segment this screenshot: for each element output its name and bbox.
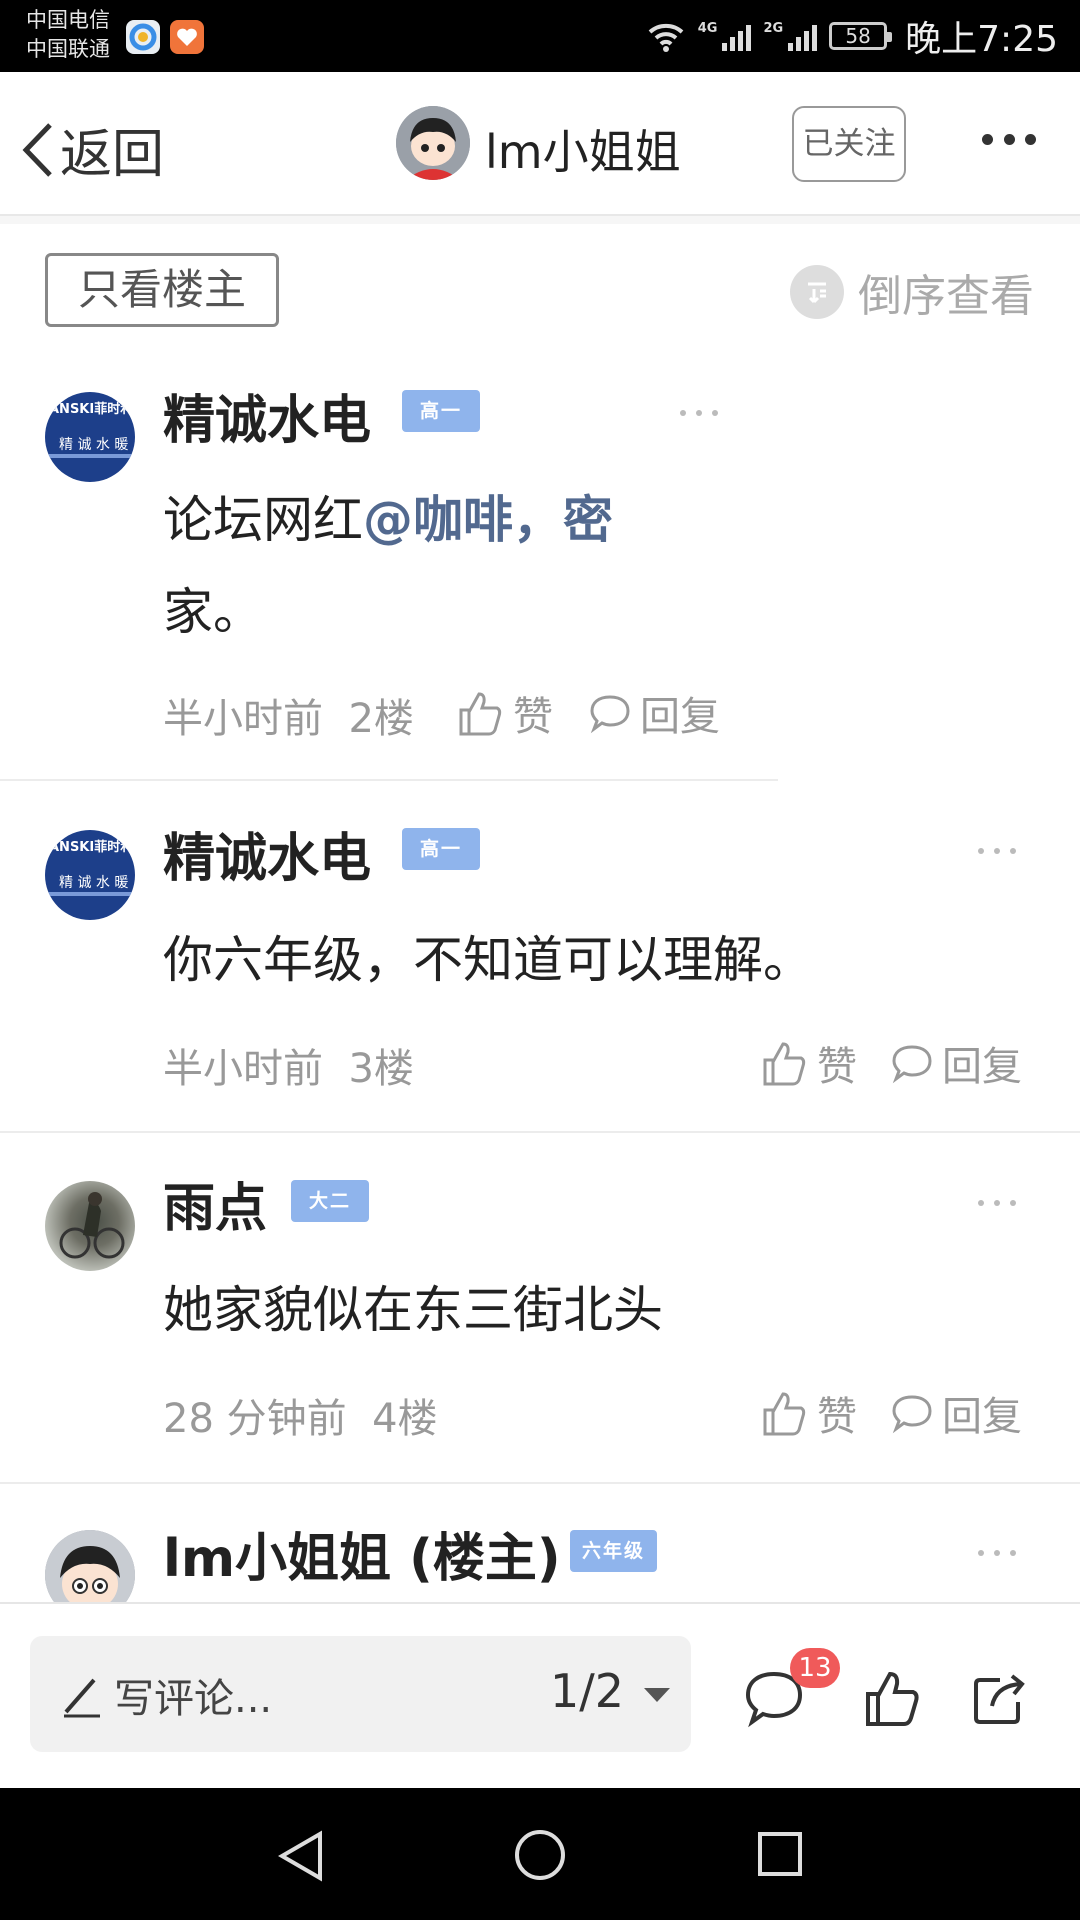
post-more-icon[interactable]: [978, 1550, 1016, 1558]
thumbs-up-icon: [763, 1392, 806, 1436]
recents-square-icon[interactable]: [756, 1830, 804, 1878]
health-app-icon: [170, 20, 204, 54]
carrier-info: 中国电信 中国联通: [26, 6, 110, 64]
thumbs-up-icon: [459, 692, 502, 736]
home-circle-icon[interactable]: [513, 1828, 567, 1882]
author-name[interactable]: lm小姐姐 (楼主): [163, 1516, 561, 1591]
reply-button[interactable]: 回复: [890, 1034, 1022, 1092]
like-button[interactable]: 赞: [759, 1034, 857, 1092]
level-badge: 六年级: [570, 1530, 658, 1572]
post-more-icon[interactable]: [978, 848, 1016, 856]
post-divider: [0, 779, 778, 781]
avatar[interactable]: ANSKI菲时利 精 诚 水 暖: [45, 830, 135, 920]
post-meta: 半小时前 3楼: [163, 1046, 414, 1092]
system-navigation-bar: [0, 1788, 1080, 1920]
bottom-action-bar: 写评论... 1/2 13: [0, 1602, 1080, 1788]
share-icon[interactable]: [970, 1668, 1030, 1728]
author-name[interactable]: 精诚水电: [163, 816, 371, 891]
author-name[interactable]: 雨点: [163, 1166, 267, 1241]
wifi-icon: [648, 23, 684, 52]
page-title: lm小姐姐: [485, 125, 681, 179]
chevron-left-icon: [22, 122, 52, 177]
author-avatar[interactable]: [396, 106, 470, 180]
comment-bubble-icon: [892, 1045, 932, 1084]
like-button[interactable]: 赞: [455, 684, 553, 742]
level-badge: 高一: [402, 828, 481, 870]
clock: 晚上7:25: [905, 19, 1058, 60]
signal-2g-icon: 2G: [763, 21, 818, 51]
post-content: 论坛网红@咖啡，密 家。: [163, 491, 613, 641]
browser-app-icon: [126, 20, 160, 54]
carrier-1: 中国电信: [26, 8, 110, 32]
author-name[interactable]: 精诚水电: [163, 378, 371, 453]
carrier-2: 中国联通: [26, 37, 110, 61]
only-host-button[interactable]: 只看楼主: [45, 253, 279, 327]
thumbs-up-icon: [763, 1042, 806, 1086]
comment-count-badge: 13: [790, 1648, 840, 1688]
dropdown-arrow-icon[interactable]: [644, 1688, 670, 1702]
level-badge: 大二: [291, 1180, 370, 1222]
post-meta: 半小时前 2楼: [163, 696, 414, 742]
reply-button[interactable]: 回复: [890, 1384, 1022, 1442]
post-more-icon[interactable]: [978, 1200, 1016, 1208]
back-label: 返回: [60, 125, 165, 185]
signal-4g-icon: 4G: [698, 21, 752, 51]
comment-bubble-icon: [590, 695, 630, 734]
reverse-order-label: 倒序查看: [858, 271, 1034, 322]
reverse-order-button[interactable]: 倒序查看: [790, 260, 1034, 324]
more-options-icon[interactable]: [982, 134, 1036, 148]
post-more-icon[interactable]: [680, 410, 718, 418]
status-bar: 中国电信 中国联通 4G 2G 58 晚上7:25: [0, 0, 1080, 72]
post-content: 她家貌似在东三街北头: [163, 1281, 663, 1339]
avatar[interactable]: ANSKI菲时利 精 诚 水 暖: [45, 392, 135, 482]
back-triangle-icon[interactable]: [276, 1830, 326, 1882]
comment-placeholder: 写评论...: [114, 1676, 273, 1722]
comment-bubble-icon: [892, 1395, 932, 1434]
follow-button[interactable]: 已关注: [792, 106, 906, 182]
mention-link[interactable]: @咖啡，密: [363, 491, 613, 549]
back-button[interactable]: 返回: [20, 112, 164, 187]
avatar[interactable]: [45, 1181, 135, 1271]
reply-button[interactable]: 回复: [588, 684, 720, 742]
battery-icon: 58: [829, 22, 893, 50]
page-indicator[interactable]: 1/2: [550, 1664, 624, 1718]
comment-input[interactable]: 写评论... 1/2: [30, 1636, 691, 1752]
pencil-icon: [64, 1678, 100, 1718]
top-nav-bar: 返回 lm小姐姐 已关注: [0, 72, 1080, 216]
sort-icon: [790, 265, 844, 319]
post-divider: [0, 1131, 1080, 1133]
thumbs-up-icon[interactable]: [862, 1668, 922, 1728]
section-gap: [0, 216, 1080, 224]
post-meta: 28 分钟前 4楼: [163, 1396, 438, 1442]
post-content: 你六年级，不知道可以理解。: [163, 931, 813, 989]
like-button[interactable]: 赞: [759, 1384, 857, 1442]
level-badge: 高一: [402, 390, 481, 432]
post-divider: [0, 1482, 1080, 1484]
